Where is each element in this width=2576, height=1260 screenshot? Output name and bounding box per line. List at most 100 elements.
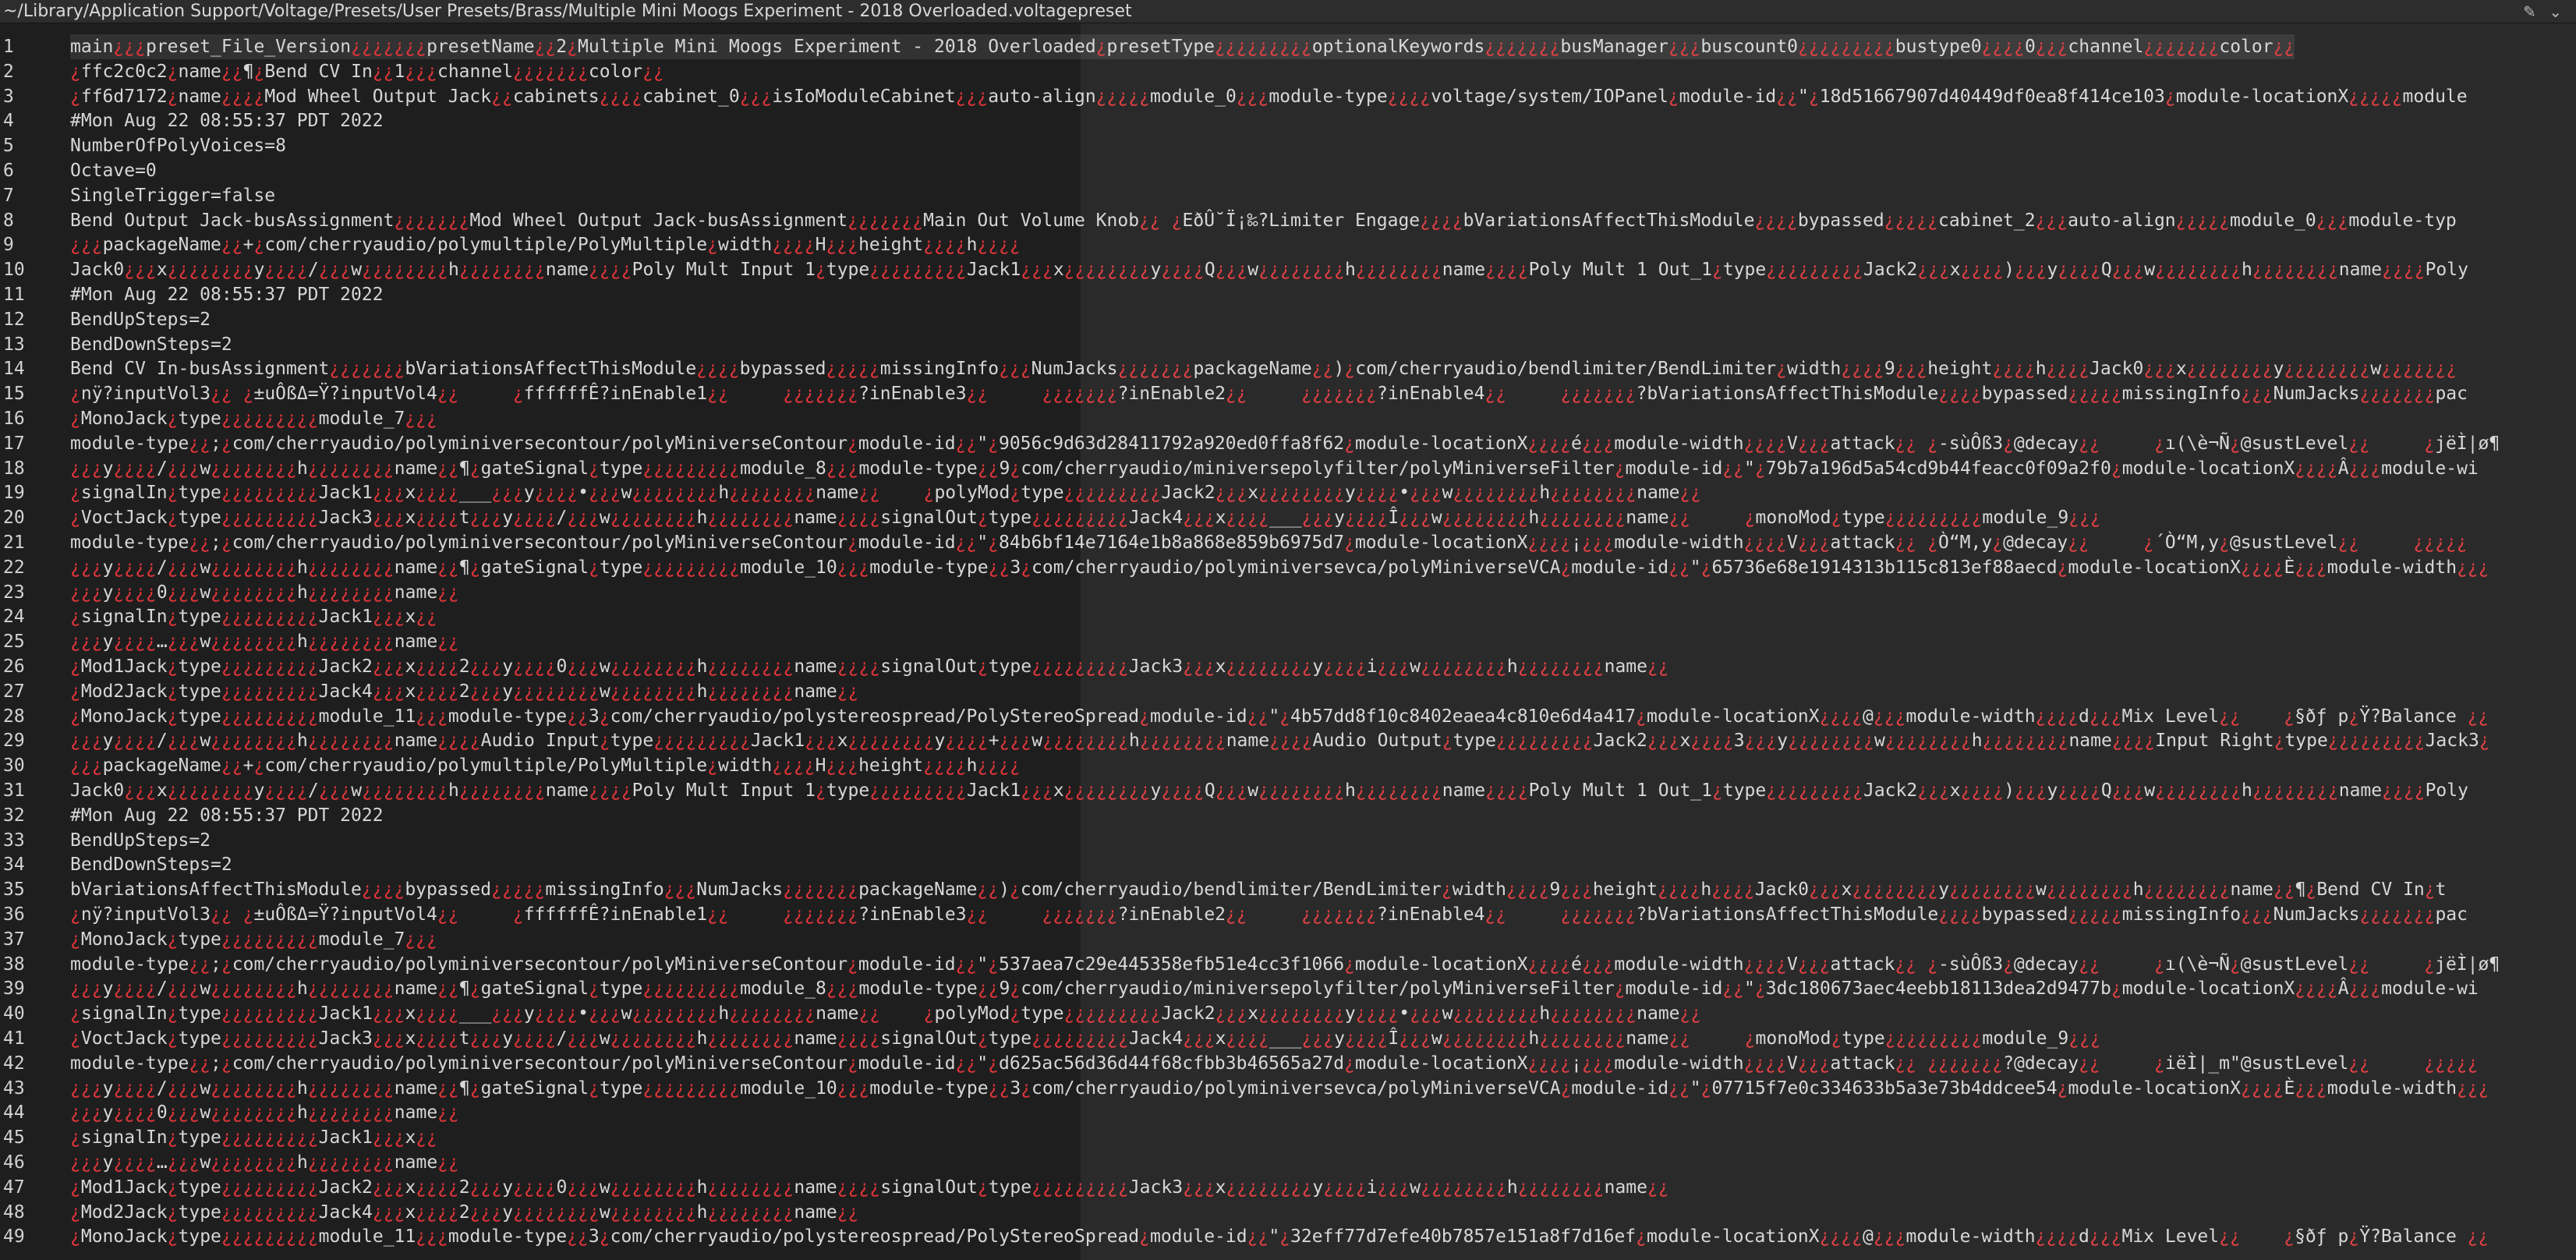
editor-line[interactable]: ¿signalIn¿type¿¿¿¿¿¿¿¿¿Jack1¿¿¿x¿¿ [70,1125,437,1150]
editor-line[interactable]: #Mon Aug 22 08:55:37 PDT 2022 [70,108,384,133]
editor-line[interactable]: Jack0¿¿¿x¿¿¿¿¿¿¿¿y¿¿¿¿/¿¿¿w¿¿¿¿¿¿¿¿h¿¿¿¿… [70,257,2468,282]
line-number: 37 [3,929,25,950]
line-number: 12 [3,310,25,330]
editor-line[interactable]: ¿¿¿y¿¿¿¿/¿¿¿w¿¿¿¿¿¿¿¿h¿¿¿¿¿¿¿¿name¿¿¿¿Au… [70,728,2490,753]
editor-line[interactable]: ¿¿¿y¿¿¿¿0¿¿¿w¿¿¿¿¿¿¿¿h¿¿¿¿¿¿¿¿name¿¿ [70,580,459,605]
editor-line[interactable]: BendUpSteps=2 [70,307,211,332]
editor-line[interactable]: ¿ffc2c0c2¿name¿¿¶¿Bend CV In¿¿1¿¿¿channe… [70,59,664,84]
line-number: 42 [3,1053,25,1074]
window-titlebar: ~/Library/Application Support/Voltage/Pr… [0,0,2576,23]
editor-line[interactable]: main¿¿¿preset_File_Version¿¿¿¿¿¿¿presetN… [70,34,2295,59]
line-number: 24 [3,607,25,627]
editor-line[interactable]: Bend CV In-busAssignment¿¿¿¿¿¿¿bVariatio… [70,356,2457,381]
line-number: 3 [3,87,14,107]
editor-line[interactable]: ¿nÿ?inputVol3¿¿ ¿±uÔßΔ=Ÿ?inputVol4¿¿ ¿ff… [70,902,2468,927]
editor-line[interactable]: ¿¿¿y¿¿¿¿…¿¿¿w¿¿¿¿¿¿¿¿h¿¿¿¿¿¿¿¿name¿¿ [70,629,459,654]
line-number: 19 [3,483,25,503]
editor-line[interactable]: ¿MonoJack¿type¿¿¿¿¿¿¿¿¿module_7¿¿¿ [70,406,437,431]
line-number: 44 [3,1102,25,1123]
editor-line[interactable]: ¿¿¿packageName¿¿+¿com/cherryaudio/polymu… [70,232,1021,257]
editor-line[interactable]: ¿signalIn¿type¿¿¿¿¿¿¿¿¿Jack1¿¿¿x¿¿ [70,604,437,629]
editor-line[interactable]: module-type¿¿;¿com/cherryaudio/polyminiv… [70,1051,2479,1076]
line-number: 40 [3,1003,25,1024]
line-number: 4 [3,111,14,131]
line-number: 32 [3,805,25,826]
editor-line[interactable]: #Mon Aug 22 08:55:37 PDT 2022 [70,803,384,828]
editor-line[interactable]: module-type¿¿;¿com/cherryaudio/polyminiv… [70,431,2500,456]
line-number: 9 [3,235,14,255]
line-number: 27 [3,681,25,702]
editor-line[interactable]: Bend Output Jack-busAssignment¿¿¿¿¿¿¿Mod… [70,208,2457,233]
line-number: 22 [3,557,25,578]
editor-line[interactable]: BendDownSteps=2 [70,852,232,877]
editor-line[interactable]: module-type¿¿;¿com/cherryaudio/polyminiv… [70,530,2468,555]
line-number: 17 [3,434,25,454]
chevron-down-icon[interactable]: ⌄ [2549,2,2562,21]
editor-line[interactable]: ¿¿¿y¿¿¿¿/¿¿¿w¿¿¿¿¿¿¿¿h¿¿¿¿¿¿¿¿name¿¿¶¿ga… [70,976,2479,1001]
line-number: 11 [3,285,25,305]
line-number: 38 [3,954,25,975]
editor-line[interactable]: ¿¿¿packageName¿¿+¿com/cherryaudio/polymu… [70,753,1021,778]
line-number: 5 [3,136,14,156]
line-number: 43 [3,1078,25,1099]
editor-line[interactable]: ¿MonoJack¿type¿¿¿¿¿¿¿¿¿module_7¿¿¿ [70,927,437,952]
editor-line[interactable]: Octave=0 [70,158,157,183]
editor-line[interactable]: BendDownSteps=2 [70,332,232,357]
line-number: 47 [3,1177,25,1198]
editor-line[interactable]: ¿¿¿y¿¿¿¿…¿¿¿w¿¿¿¿¿¿¿¿h¿¿¿¿¿¿¿¿name¿¿ [70,1150,459,1175]
line-number: 48 [3,1202,25,1223]
editor-line[interactable]: ¿Mod1Jack¿type¿¿¿¿¿¿¿¿¿Jack2¿¿¿x¿¿¿¿2¿¿¿… [70,1175,1669,1200]
line-number: 18 [3,458,25,479]
editor-line[interactable]: ¿MonoJack¿type¿¿¿¿¿¿¿¿¿module_11¿¿¿modul… [70,1224,2489,1249]
line-number: 39 [3,979,25,999]
editor-line[interactable]: ¿Mod2Jack¿type¿¿¿¿¿¿¿¿¿Jack4¿¿¿x¿¿¿¿2¿¿¿… [70,679,859,704]
line-number: 21 [3,533,25,553]
pen-icon[interactable]: ✎ [2523,2,2536,21]
editor-line[interactable]: ¿¿¿y¿¿¿¿/¿¿¿w¿¿¿¿¿¿¿¿h¿¿¿¿¿¿¿¿name¿¿¶¿ga… [70,555,2489,580]
line-number: 26 [3,657,25,677]
line-number: 49 [3,1226,25,1247]
line-number: 8 [3,211,14,231]
editor-line[interactable]: ¿nÿ?inputVol3¿¿ ¿±uÔßΔ=Ÿ?inputVol4¿¿ ¿ff… [70,381,2468,406]
editor-line[interactable]: ¿Mod2Jack¿type¿¿¿¿¿¿¿¿¿Jack4¿¿¿x¿¿¿¿2¿¿¿… [70,1200,859,1225]
editor-line[interactable]: ¿VoctJack¿type¿¿¿¿¿¿¿¿¿Jack3¿¿¿x¿¿¿¿t¿¿¿… [70,1026,2101,1051]
line-number: 36 [3,904,25,925]
editor-line[interactable]: ¿signalIn¿type¿¿¿¿¿¿¿¿¿Jack1¿¿¿x¿¿¿¿___¿… [70,1001,1701,1026]
editor-line[interactable]: SingleTrigger=false [70,183,275,208]
editor-line[interactable]: ¿¿¿y¿¿¿¿0¿¿¿w¿¿¿¿¿¿¿¿h¿¿¿¿¿¿¿¿name¿¿ [70,1100,459,1125]
titlebar-icons: ✎ ⌄ [2515,2,2562,21]
line-number: 28 [3,706,25,727]
line-number-gutter: 1 2 3 4 5 6 7 8 9 10 11 12 13 14 15 16 17 18 19 20 21 22 23 24 2… [0,23,65,1260]
editor-line[interactable]: ¿VoctJack¿type¿¿¿¿¿¿¿¿¿Jack3¿¿¿x¿¿¿¿t¿¿¿… [70,505,2101,530]
editor-line[interactable]: BendUpSteps=2 [70,828,211,853]
editor-line[interactable]: Jack0¿¿¿x¿¿¿¿¿¿¿¿y¿¿¿¿/¿¿¿w¿¿¿¿¿¿¿¿h¿¿¿¿… [70,778,2468,803]
editor-line[interactable]: NumberOfPolyVoices=8 [70,133,286,158]
text-editor[interactable]: main¿¿¿preset_File_Version¿¿¿¿¿¿¿presetN… [65,23,2576,1260]
editor-line[interactable]: ¿ff6d7172¿name¿¿¿¿Mod Wheel Output Jack¿… [70,84,2468,109]
window-title: ~/Library/Application Support/Voltage/Pr… [3,2,1132,21]
line-number: 13 [3,334,25,355]
line-number: 25 [3,632,25,652]
editor-line[interactable]: ¿signalIn¿type¿¿¿¿¿¿¿¿¿Jack1¿¿¿x¿¿¿¿___¿… [70,480,1701,505]
editor-line[interactable]: ¿¿¿y¿¿¿¿/¿¿¿w¿¿¿¿¿¿¿¿h¿¿¿¿¿¿¿¿name¿¿¶¿ga… [70,1076,2489,1101]
line-number: 31 [3,780,25,801]
line-number: 30 [3,756,25,776]
editor-line[interactable]: ¿Mod1Jack¿type¿¿¿¿¿¿¿¿¿Jack2¿¿¿x¿¿¿¿2¿¿¿… [70,654,1669,679]
line-number: 14 [3,359,25,379]
line-number: 35 [3,880,25,900]
editor-line[interactable]: module-type¿¿;¿com/cherryaudio/polyminiv… [70,952,2500,977]
line-number: 10 [3,260,25,280]
line-number: 46 [3,1152,25,1173]
editor-line[interactable]: bVariationsAffectThisModule¿¿¿¿bypassed¿… [70,877,2447,902]
editor-line[interactable]: #Mon Aug 22 08:55:37 PDT 2022 [70,282,384,307]
line-number: 6 [3,161,14,181]
line-number: 2 [3,62,14,82]
line-number: 45 [3,1127,25,1148]
editor-line[interactable]: ¿MonoJack¿type¿¿¿¿¿¿¿¿¿module_11¿¿¿modul… [70,704,2489,729]
line-number: 16 [3,409,25,429]
line-number: 34 [3,855,25,875]
line-number: 29 [3,731,25,751]
line-number: 41 [3,1028,25,1049]
line-number: 15 [3,384,25,404]
editor-line[interactable]: ¿¿¿y¿¿¿¿/¿¿¿w¿¿¿¿¿¿¿¿h¿¿¿¿¿¿¿¿name¿¿¶¿ga… [70,456,2479,481]
